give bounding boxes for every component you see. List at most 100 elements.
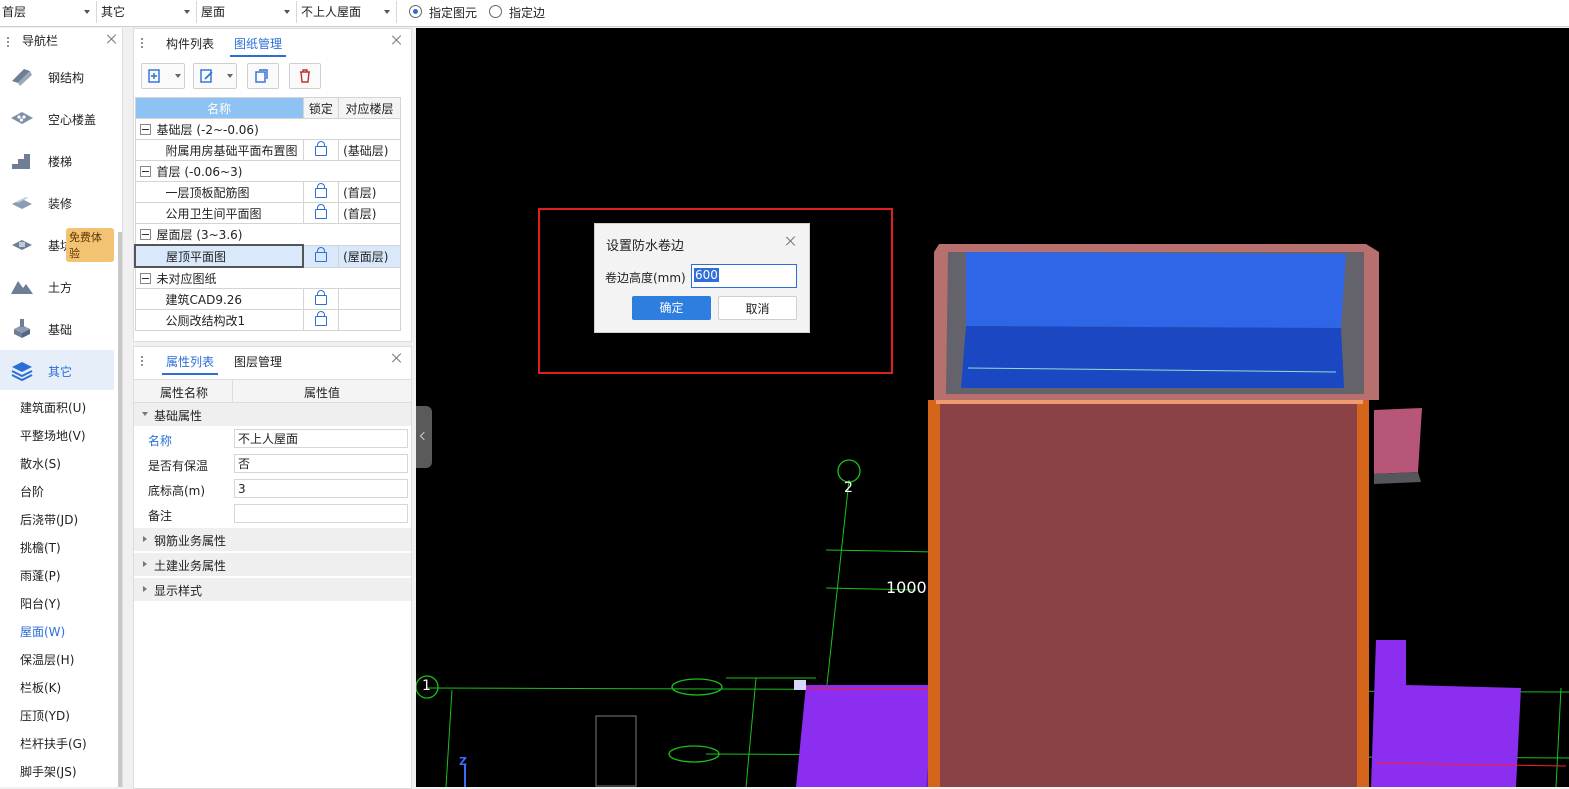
collapse-icon[interactable] — [139, 165, 151, 177]
drag-grip-icon[interactable] — [140, 37, 144, 49]
type-select[interactable]: 屋面 — [199, 1, 297, 23]
prop-key: 是否有保温 — [148, 459, 209, 473]
prop-value-insulation[interactable]: 否 — [234, 454, 408, 473]
group-civil-props[interactable]: 土建业务属性 — [134, 553, 411, 576]
prop-row-remark: 备注 — [134, 502, 411, 526]
prop-value-remark[interactable] — [234, 504, 408, 523]
nav-item-earthwork[interactable]: 土方 — [0, 266, 114, 306]
cancel-button[interactable]: 取消 — [718, 296, 797, 320]
nav-item-other[interactable]: 其它 — [0, 350, 114, 390]
nav-item-hollow-floor[interactable]: 空心楼盖 — [0, 98, 114, 138]
nav-sub-balcony[interactable]: 阳台(Y) — [20, 595, 61, 612]
group-basic-props[interactable]: 基础属性 — [134, 403, 411, 426]
tab-component-list[interactable]: 构件列表 — [166, 35, 214, 52]
collapse-icon[interactable] — [139, 228, 151, 240]
nav-sub-site-leveling[interactable]: 平整场地(V) — [20, 427, 86, 444]
nav-item-stairs[interactable]: 楼梯 — [0, 140, 114, 180]
axis-label-2: 2 — [844, 480, 853, 496]
nav-item-decoration[interactable]: 装修 — [0, 182, 114, 222]
delete-drawing-button[interactable] — [289, 63, 321, 89]
drawing-floor: (屋面层) — [338, 244, 401, 268]
nav-sub-canopy[interactable]: 雨蓬(P) — [20, 567, 61, 584]
3d-viewport[interactable]: 2 1 1000 Z — [416, 28, 1569, 787]
radio-specify-edge[interactable] — [489, 5, 502, 18]
nav-sub-railing[interactable]: 栏杆扶手(G) — [20, 735, 87, 752]
component-select[interactable]: 不上人屋面 — [299, 1, 397, 23]
lock-icon[interactable] — [314, 311, 327, 326]
nav-sub-apron[interactable]: 散水(S) — [20, 455, 61, 472]
group-label: 基础层 (-2~-0.06) — [156, 122, 259, 137]
table-row[interactable]: 首层 (-0.06~3) — [134, 160, 401, 182]
table-row[interactable]: 公用卫生间平面图 (首层) — [134, 202, 401, 224]
nav-item-foundation[interactable]: 基础 — [0, 308, 114, 348]
tab-layer-management[interactable]: 图层管理 — [234, 353, 282, 370]
category-select[interactable]: 其它 — [99, 1, 197, 23]
edge-height-input[interactable]: 600 — [691, 264, 797, 288]
radio-specify-element[interactable] — [409, 5, 422, 18]
column-header-lock[interactable]: 锁定 — [302, 97, 340, 119]
table-row[interactable]: 建筑CAD9.26 — [134, 288, 401, 310]
nav-sub-scaffold[interactable]: 脚手架(JS) — [20, 763, 77, 780]
drawing-name: 公用卫生间平面图 — [134, 202, 304, 224]
nav-sub-post-pour-strip[interactable]: 后浇带(JD) — [20, 511, 78, 528]
props-col-divider — [232, 380, 233, 402]
group-label: 首层 (-0.06~3) — [156, 164, 243, 179]
group-label: 钢筋业务属性 — [154, 534, 227, 548]
column-header-floor[interactable]: 对应楼层 — [338, 97, 401, 119]
nav-item-label: 装修 — [48, 197, 73, 211]
collapse-panel-handle[interactable] — [416, 406, 432, 468]
collapse-icon[interactable] — [139, 123, 151, 135]
chevron-down-icon[interactable] — [175, 74, 181, 78]
table-row[interactable]: 公厕改结构改1 — [134, 309, 401, 331]
chevron-down-icon[interactable] — [227, 74, 233, 78]
floor-select[interactable]: 首层 — [0, 1, 97, 23]
drag-grip-icon[interactable] — [6, 36, 10, 48]
drawing-floor: (首层) — [338, 202, 401, 224]
tab-property-list[interactable]: 属性列表 — [161, 353, 219, 375]
table-row-selected[interactable]: 屋顶平面图 (屋面层) — [133, 244, 401, 268]
close-icon[interactable] — [786, 236, 796, 246]
edit-drawing-button[interactable] — [193, 63, 237, 89]
nav-sub-eave[interactable]: 挑檐(T) — [20, 539, 61, 556]
close-icon[interactable] — [392, 35, 402, 45]
earthwork-icon — [11, 281, 33, 294]
nav-item-steel[interactable]: 钢结构 — [0, 56, 114, 96]
copy-drawing-button[interactable] — [247, 63, 279, 89]
nav-sub-coping[interactable]: 压顶(YD) — [20, 707, 70, 724]
other-layers-icon — [11, 362, 33, 381]
lock-icon[interactable] — [315, 247, 328, 262]
table-row[interactable]: 屋面层 (3~3.6) — [134, 223, 401, 246]
ok-button[interactable]: 确定 — [632, 296, 711, 320]
tab-drawing-management[interactable]: 图纸管理 — [229, 35, 287, 57]
group-display-style[interactable]: 显示样式 — [134, 578, 411, 601]
nav-item-foundation-pit[interactable]: 基坑支护 免费体验 — [0, 224, 114, 264]
close-icon[interactable] — [392, 353, 402, 363]
prop-row-insulation: 是否有保温 否 — [134, 452, 411, 476]
building-wall — [928, 400, 1363, 787]
nav-sub-steps[interactable]: 台阶 — [20, 483, 44, 500]
nav-sub-building-area[interactable]: 建筑面积(U) — [20, 399, 86, 416]
lock-icon[interactable] — [314, 183, 327, 198]
nav-sub-parapet[interactable]: 栏板(K) — [20, 679, 61, 696]
drag-grip-icon[interactable] — [140, 355, 144, 367]
nav-scrollbar[interactable] — [118, 232, 122, 787]
lock-icon[interactable] — [314, 204, 327, 219]
close-icon[interactable] — [107, 34, 117, 44]
group-rebar-props[interactable]: 钢筋业务属性 — [134, 528, 411, 551]
prop-value-name[interactable]: 不上人屋面 — [234, 429, 408, 448]
lock-icon[interactable] — [314, 141, 327, 156]
lock-icon[interactable] — [314, 290, 327, 305]
table-row[interactable]: 一层顶板配筋图 (首层) — [134, 181, 401, 203]
table-row[interactable]: 未对应图纸 — [134, 266, 401, 289]
add-drawing-button[interactable] — [141, 63, 185, 89]
table-row[interactable]: 基础层 (-2~-0.06) — [134, 118, 401, 140]
collapse-icon[interactable] — [139, 272, 151, 284]
roof-surface-blue — [966, 252, 1346, 328]
nav-sub-insulation[interactable]: 保温层(H) — [20, 651, 74, 668]
table-row[interactable]: 附属用房基础平面布置图 (基础层) — [134, 139, 401, 161]
steel-structure-icon — [12, 69, 32, 86]
column-header-name[interactable]: 名称 — [134, 97, 304, 119]
nav-sub-roof[interactable]: 屋面(W) — [20, 623, 65, 640]
category-select-value: 其它 — [101, 5, 126, 19]
prop-value-bottom-elevation[interactable]: 3 — [234, 479, 408, 498]
